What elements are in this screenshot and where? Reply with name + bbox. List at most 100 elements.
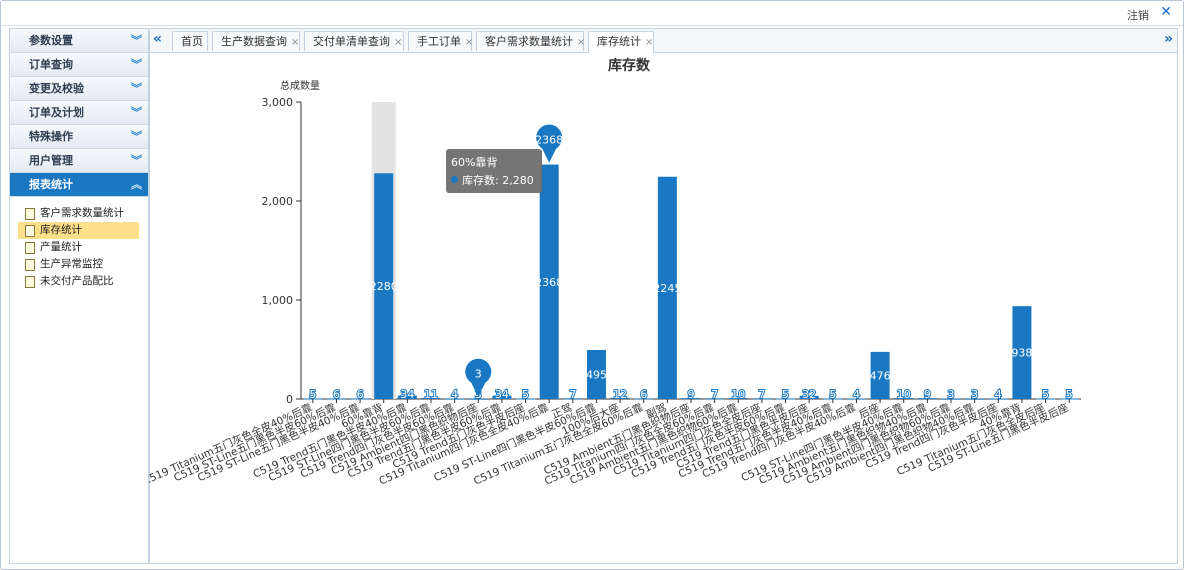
report-item[interactable]: 生产异常监控 [18, 256, 139, 273]
bar-value-label: 10 [897, 388, 911, 401]
bar-value-label: 5 [1066, 388, 1073, 401]
tab-1[interactable]: 生产数据查询 × [212, 31, 300, 51]
tab-scroll-right-icon[interactable]: » [1164, 31, 1173, 47]
sidebar-section-label: 用户管理 [29, 154, 73, 167]
bar-value-label: 4 [853, 388, 860, 401]
bar-value-label: 5 [1042, 388, 1049, 401]
tab-label: 库存统计 [597, 35, 641, 48]
bar-value-label: 11 [424, 388, 438, 401]
bar-value-label: 7 [569, 388, 576, 401]
report-item[interactable]: 库存统计 [18, 222, 139, 239]
tab-0[interactable]: 首页 [172, 31, 208, 51]
tooltip-series-value: 库存数: 2,280 [462, 174, 534, 187]
tab-label: 生产数据查询 [221, 35, 287, 48]
pin-label: 3 [475, 368, 482, 381]
logout-link[interactable]: 注销 [1127, 7, 1149, 23]
bar-value-label: 2245 [653, 282, 681, 295]
bar-value-label: 6 [333, 388, 340, 401]
bar-value-label: 5 [829, 388, 836, 401]
chevron-down-icon[interactable]: ︾ [131, 77, 142, 100]
y-tick-label: 0 [286, 393, 293, 406]
sidebar-section-label: 特殊操作 [29, 130, 73, 143]
chevron-down-icon[interactable]: ︾ [131, 53, 142, 76]
report-item[interactable]: 客户需求数量统计 [18, 205, 139, 222]
report-item-label: 生产异常监控 [40, 258, 103, 270]
pin-label: 2368 [535, 134, 563, 147]
bar-value-label: 34 [400, 388, 414, 401]
tab-5[interactable]: 库存统计 × [588, 31, 654, 53]
report-item[interactable]: 未交付产品配比 [18, 273, 139, 290]
bar-value-label: 2368 [535, 276, 563, 289]
sidebar-section-0[interactable]: 参数设置 ︾ [10, 29, 148, 53]
bar-value-label: 3 [948, 388, 955, 401]
app-window: 注销 ✕ 参数设置 ︾ 订单查询 ︾ 变更及校验 ︾ 订单及计划 ︾ 特殊操作 ︾ 用户管理 ︾ 报表统… [0, 0, 1184, 570]
document-icon [25, 225, 35, 237]
y-axis-label: 总成数量 [280, 79, 320, 92]
bar-value-label: 9 [688, 388, 695, 401]
bar-value-label: 6 [640, 388, 647, 401]
bar-value-label: 12 [613, 388, 627, 401]
bar-value-label: 5 [782, 388, 789, 401]
tab-label: 首页 [181, 35, 203, 48]
chart-tooltip: 60%靠背 库存数: 2,280 [446, 149, 542, 193]
tab-bar: « 首页 生产数据查询 × 交付单清单查询 × 手工订单 × 客户需求数量统计 × 库存统计 × » [150, 29, 1177, 53]
tab-4[interactable]: 客户需求数量统计 × [476, 31, 585, 51]
tab-close-icon[interactable]: × [465, 37, 473, 48]
tab-2[interactable]: 交付单清单查询 × [304, 31, 404, 51]
chevron-up-icon[interactable]: ︽ [131, 173, 142, 196]
bar-value-label: 476 [870, 369, 891, 382]
inventory-chart: 库存数 总成数量 01,0002,0003,000 56622803411433… [149, 57, 1081, 488]
report-item-label: 产量统计 [40, 241, 82, 253]
report-item-label: 库存统计 [40, 224, 82, 236]
bar-value-label: 4 [451, 388, 458, 401]
bar-value-label: 3 [971, 388, 978, 401]
close-icon[interactable]: ✕ [1160, 4, 1172, 20]
report-item-label: 客户需求数量统计 [40, 207, 124, 219]
tab-label: 客户需求数量统计 [485, 35, 573, 48]
report-menu: 客户需求数量统计 库存统计产量统计生产异常监控 未交付产品配比 [10, 197, 148, 290]
report-item[interactable]: 产量统计 [18, 239, 139, 256]
y-tick-label: 2,000 [262, 195, 294, 208]
tab-scroll-left-icon[interactable]: « [153, 31, 162, 47]
tab-close-icon[interactable]: × [645, 37, 653, 48]
sidebar-section-label: 变更及校验 [29, 82, 84, 95]
y-tick-label: 3,000 [262, 96, 294, 109]
tab-label: 手工订单 [417, 35, 461, 48]
sidebar-section-4[interactable]: 特殊操作 ︾ [10, 125, 148, 149]
sidebar-section-2[interactable]: 变更及校验 ︾ [10, 77, 148, 101]
sidebar: 参数设置 ︾ 订单查询 ︾ 变更及校验 ︾ 订单及计划 ︾ 特殊操作 ︾ 用户管理 ︾ 报表统计 ︽ 客户… [9, 28, 149, 564]
tab-close-icon[interactable]: × [291, 37, 299, 48]
sidebar-section-label: 报表统计 [29, 178, 73, 191]
bar-value-label: 5 [309, 388, 316, 401]
tab-3[interactable]: 手工订单 × [408, 31, 473, 51]
bar-value-label: 2280 [370, 280, 398, 293]
tab-close-icon[interactable]: × [577, 37, 585, 48]
chevron-down-icon[interactable]: ︾ [131, 101, 142, 124]
bar-value-label: 7 [711, 388, 718, 401]
sidebar-section-label: 参数设置 [29, 34, 73, 47]
document-icon [25, 276, 35, 288]
chevron-down-icon[interactable]: ︾ [131, 29, 142, 52]
bar-value-label: 7 [758, 388, 765, 401]
chevron-down-icon[interactable]: ︾ [131, 125, 142, 148]
top-bar: 注销 ✕ [1, 1, 1183, 26]
sidebar-section-5[interactable]: 用户管理 ︾ [10, 149, 148, 173]
bar-value-label: 10 [731, 388, 745, 401]
tooltip-series-marker [451, 176, 458, 183]
bar-value-label: 6 [357, 388, 364, 401]
tab-label: 交付单清单查询 [313, 35, 390, 48]
bar-value-label: 495 [586, 368, 607, 381]
sidebar-section-3[interactable]: 订单及计划 ︾ [10, 101, 148, 125]
tab-close-icon[interactable]: × [394, 37, 402, 48]
sidebar-section-1[interactable]: 订单查询 ︾ [10, 53, 148, 77]
sidebar-section-6[interactable]: 报表统计 ︽ [10, 173, 148, 197]
chevron-down-icon[interactable]: ︾ [131, 149, 142, 172]
sidebar-section-label: 订单及计划 [29, 106, 84, 119]
bar-value-label: 5 [522, 388, 529, 401]
report-item-label: 未交付产品配比 [40, 275, 114, 287]
tooltip-title: 60%靠背 [451, 156, 498, 169]
document-icon [25, 242, 35, 254]
document-icon [25, 259, 35, 271]
document-icon [25, 208, 35, 220]
bar-value-label: 34 [495, 388, 509, 401]
